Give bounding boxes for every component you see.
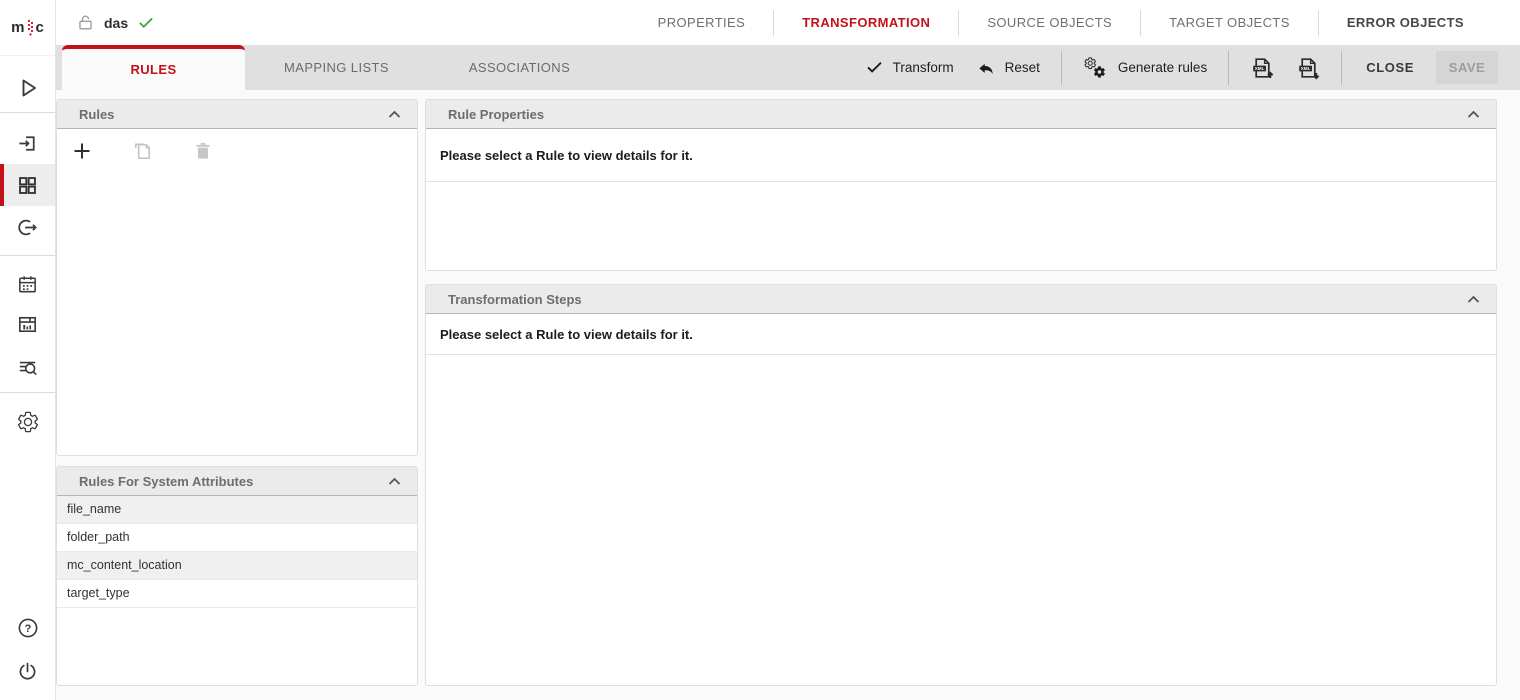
logo-letter-m: m: [11, 19, 24, 36]
sidebar-item-transformation[interactable]: [0, 164, 55, 206]
toolbar-divider: [1341, 51, 1342, 85]
tab-mapping-lists[interactable]: MAPPING LISTS: [245, 45, 428, 90]
chevron-up-icon: [388, 477, 401, 486]
rules-panel: Rules: [56, 99, 418, 456]
toolbar-divider: [1228, 51, 1229, 85]
reset-arrow-icon: [976, 58, 996, 78]
delete-rule-button[interactable]: [192, 133, 238, 169]
calendar-icon: [16, 273, 39, 296]
system-attributes-header: Rules For System Attributes: [57, 467, 417, 496]
xml-import-icon: XML: [1250, 56, 1274, 80]
sidebar-item-import[interactable]: [0, 122, 55, 164]
save-button[interactable]: SAVE: [1436, 51, 1498, 84]
list-item[interactable]: target_type: [57, 580, 417, 608]
transform-button[interactable]: Transform: [854, 45, 965, 90]
reset-button[interactable]: Reset: [965, 45, 1051, 90]
transformation-steps-empty-message: Please select a Rule to view details for…: [426, 314, 1496, 355]
system-attributes-panel: Rules For System Attributes file_name fo…: [56, 466, 418, 686]
plus-icon: [70, 139, 94, 163]
close-button[interactable]: CLOSE: [1352, 60, 1428, 75]
document-name: das: [104, 15, 128, 31]
chevron-up-icon: [1467, 295, 1480, 304]
grid-icon: [16, 174, 39, 197]
sidebar-item-run[interactable]: [0, 67, 55, 109]
export-xml-button[interactable]: XML: [1285, 45, 1331, 90]
sidebar: m c: [0, 0, 56, 700]
sidebar-item-settings[interactable]: [0, 401, 55, 443]
rule-properties-header: Rule Properties: [426, 100, 1496, 129]
rule-properties-panel: Rule Properties Please select a Rule to …: [425, 99, 1497, 271]
power-icon: [16, 660, 39, 683]
list-item[interactable]: folder_path: [57, 524, 417, 552]
sign-out-icon: [16, 216, 39, 239]
document-badge: das: [56, 13, 155, 32]
sidebar-item-dashboard[interactable]: [0, 303, 55, 345]
add-rule-button[interactable]: [70, 133, 116, 169]
generate-rules-button[interactable]: Generate rules: [1072, 45, 1218, 90]
gears-icon: [1083, 56, 1109, 80]
play-icon: [16, 76, 40, 100]
tab-transformation[interactable]: TRANSFORMATION: [773, 10, 958, 36]
trash-icon: [192, 140, 214, 162]
sign-in-icon: [16, 132, 39, 155]
sidebar-item-logs[interactable]: [0, 346, 55, 388]
rules-panel-header: Rules: [57, 100, 417, 129]
rule-properties-title: Rule Properties: [448, 107, 544, 122]
sidebar-divider: [0, 112, 55, 113]
collapse-button[interactable]: [1467, 110, 1480, 119]
tab-properties[interactable]: PROPERTIES: [630, 10, 774, 36]
tab-error-objects[interactable]: ERROR OBJECTS: [1318, 10, 1492, 36]
import-xml-button[interactable]: XML: [1239, 45, 1285, 90]
tab-associations[interactable]: ASSOCIATIONS: [428, 45, 611, 90]
chevron-up-icon: [1467, 110, 1480, 119]
sidebar-item-help[interactable]: ?: [0, 607, 55, 649]
transformation-steps-title: Transformation Steps: [448, 292, 582, 307]
tab-target-objects[interactable]: TARGET OBJECTS: [1140, 10, 1318, 36]
sidebar-divider: [0, 392, 55, 393]
svg-text:?: ?: [24, 623, 31, 635]
top-bar: das PROPERTIES TRANSFORMATION SOURCE OBJ…: [56, 0, 1520, 45]
report-icon: [16, 313, 39, 336]
toolbar-divider: [1061, 51, 1062, 85]
transformation-steps-panel: Transformation Steps Please select a Rul…: [425, 284, 1497, 686]
check-icon: [137, 14, 155, 32]
xml-export-icon: XML: [1296, 56, 1320, 80]
gear-icon: [16, 410, 40, 434]
copy-rule-button[interactable]: [131, 133, 177, 169]
sidebar-divider: [0, 255, 55, 256]
list-item[interactable]: file_name: [57, 496, 417, 524]
sidebar-item-export[interactable]: [0, 206, 55, 248]
list-item[interactable]: mc_content_location: [57, 552, 417, 580]
chevron-up-icon: [388, 110, 401, 119]
rule-properties-empty-message: Please select a Rule to view details for…: [426, 129, 1496, 182]
reset-label: Reset: [1005, 60, 1040, 75]
logo-dots-icon: [26, 17, 35, 39]
help-icon: ?: [16, 616, 40, 640]
system-attributes-title: Rules For System Attributes: [79, 474, 253, 489]
lock-icon: [76, 13, 95, 32]
checkmark-icon: [865, 58, 884, 77]
search-list-icon: [16, 356, 39, 379]
collapse-button[interactable]: [388, 477, 401, 486]
sub-tabs: RULES MAPPING LISTS ASSOCIATIONS: [62, 45, 611, 90]
action-bar: Transform Reset Generate rules: [854, 45, 1520, 90]
transformation-steps-header: Transformation Steps: [426, 285, 1496, 314]
tab-source-objects[interactable]: SOURCE OBJECTS: [958, 10, 1140, 36]
rules-panel-title: Rules: [79, 107, 114, 122]
collapse-button[interactable]: [388, 110, 401, 119]
header-nav-tabs: PROPERTIES TRANSFORMATION SOURCE OBJECTS…: [630, 10, 1492, 36]
sidebar-item-logout[interactable]: [0, 650, 55, 692]
rules-toolbar: [57, 129, 417, 173]
svg-text:XML: XML: [1301, 66, 1311, 71]
collapse-button[interactable]: [1467, 295, 1480, 304]
app-logo: m c: [0, 0, 55, 56]
sub-tab-bar: RULES MAPPING LISTS ASSOCIATIONS Transfo…: [56, 45, 1520, 90]
copy-icon: [131, 140, 154, 163]
tab-rules[interactable]: RULES: [62, 45, 245, 90]
logo-letter-c: c: [36, 19, 44, 36]
transform-label: Transform: [893, 60, 954, 75]
generate-rules-label: Generate rules: [1118, 60, 1207, 75]
sidebar-item-scheduler[interactable]: [0, 263, 55, 305]
svg-text:XML: XML: [1255, 66, 1265, 71]
